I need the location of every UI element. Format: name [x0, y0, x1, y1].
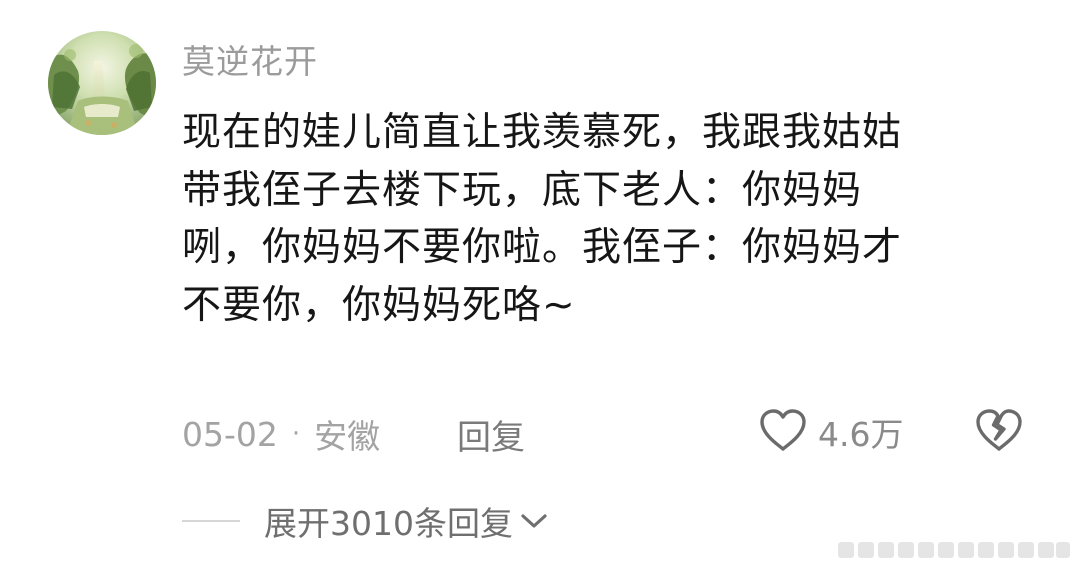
divider [182, 520, 240, 522]
like-count: 4.6万 [818, 415, 904, 454]
comment-text-line: 带我侄子去楼下玩，底下老人：你妈妈 [182, 167, 863, 213]
like-button[interactable]: 4.6万 [758, 404, 903, 460]
dislike-button[interactable] [974, 406, 1024, 456]
chevron-down-icon [519, 511, 549, 535]
expand-replies-button[interactable]: 展开3010条回复 [182, 496, 549, 546]
comment-date: 05-02 [182, 414, 278, 454]
comment-meta: 05-02 · 安徽 [182, 410, 380, 458]
heart-outline-icon [758, 407, 808, 457]
comment-text-line: 咧，你妈妈不要你啦。我侄子：你妈妈才 [182, 225, 903, 270]
comment-text: 现在的娃儿简直让我羡慕死，我跟我姑姑 带我侄子去楼下玩，底下老人：你妈妈 咧，你… [182, 104, 1042, 334]
meta-separator: · [291, 419, 301, 449]
comment-card: 莫逆花开 现在的娃儿简直让我羡慕死，我跟我姑姑 带我侄子去楼下玩，底下老人：你妈… [0, 0, 1080, 569]
comment-location: 安徽 [314, 417, 381, 456]
avatar-landscape-image [48, 31, 156, 135]
avatar[interactable] [48, 31, 156, 135]
reply-button[interactable]: 回复 [457, 410, 525, 458]
watermark-graphic [838, 536, 1072, 562]
broken-heart-icon [974, 409, 1024, 458]
username[interactable]: 莫逆花开 [182, 39, 318, 85]
comment-text-line: 不要你，你妈妈死咯~ [182, 282, 576, 328]
comment-text-line: 现在的娃儿简直让我羡慕死，我跟我姑姑 [182, 110, 903, 155]
expand-replies-label: 展开3010条回复 [264, 504, 513, 543]
